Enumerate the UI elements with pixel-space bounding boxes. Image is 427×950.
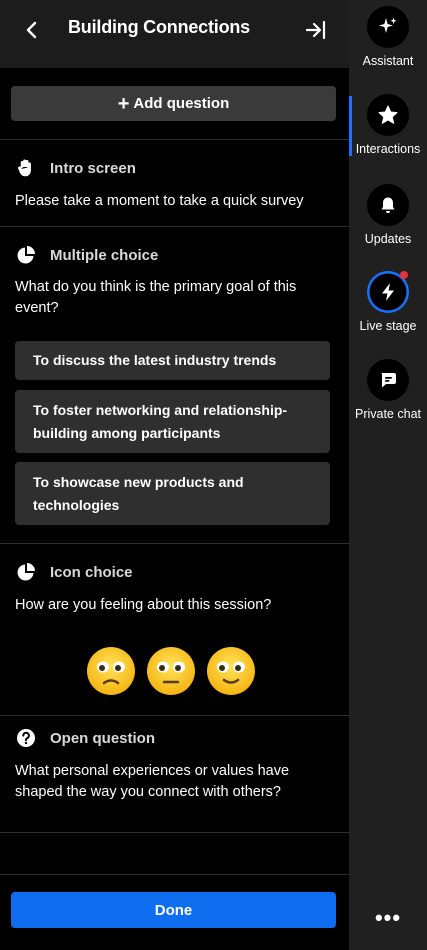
divider xyxy=(0,832,349,833)
question-intro-header[interactable]: Intro screen xyxy=(15,157,136,179)
chat-icon xyxy=(367,359,409,401)
divider xyxy=(0,226,349,227)
question-multiple-choice-header[interactable]: Multiple choice xyxy=(15,244,158,266)
sidebar-item-live-stage[interactable]: Live stage xyxy=(349,271,427,333)
panel-header: Building Connections xyxy=(0,0,349,68)
question-text: What personal experiences or values have… xyxy=(15,763,290,800)
question-icon xyxy=(15,727,37,749)
bell-icon xyxy=(367,184,409,226)
question-text: What do you think is the primary goal of… xyxy=(15,279,297,316)
question-text: Please take a moment to take a quick sur… xyxy=(15,193,304,209)
add-question-button[interactable]: + Add question xyxy=(11,86,336,121)
plus-icon: + xyxy=(117,92,130,115)
sidebar-item-label: Interactions xyxy=(355,142,421,156)
done-button[interactable]: Done xyxy=(11,892,336,928)
notification-dot xyxy=(400,271,408,279)
divider xyxy=(0,715,349,716)
add-question-label: Add question xyxy=(133,95,230,112)
lightning-icon xyxy=(367,271,409,313)
sidebar-item-interactions[interactable]: Interactions xyxy=(349,94,427,156)
question-type-label: Icon choice xyxy=(50,563,133,581)
answer-option[interactable]: To foster networking and relationship-bu… xyxy=(15,390,330,453)
question-text: How are you feeling about this session? xyxy=(15,597,272,613)
exit-panel-icon[interactable] xyxy=(302,17,328,43)
page-title: Building Connections xyxy=(68,17,250,37)
divider xyxy=(0,139,349,140)
happy-face-icon[interactable] xyxy=(205,645,257,697)
sidebar-item-label: Live stage xyxy=(359,319,417,333)
unhappy-face-icon[interactable] xyxy=(85,645,137,697)
emoji-choices xyxy=(85,645,265,697)
sparkle-icon xyxy=(367,6,409,48)
more-options-icon[interactable]: ••• xyxy=(349,905,427,931)
wave-icon xyxy=(15,157,37,179)
pie-chart-icon xyxy=(15,244,37,266)
back-arrow-icon[interactable] xyxy=(20,18,44,42)
sidebar-item-label: Assistant xyxy=(362,54,414,68)
sidebar-item-label: Updates xyxy=(364,232,412,246)
question-type-label: Open question xyxy=(50,729,155,747)
sidebar-item-label: Private chat xyxy=(354,407,421,421)
star-icon xyxy=(367,94,409,136)
answer-option[interactable]: To showcase new products and technologie… xyxy=(15,462,330,525)
question-type-label: Multiple choice xyxy=(50,246,159,264)
sidebar-item-updates[interactable]: Updates xyxy=(349,184,427,246)
question-open-header[interactable]: Open question xyxy=(15,727,155,749)
pie-chart-icon xyxy=(15,561,37,583)
sidebar-item-private-chat[interactable]: Private chat xyxy=(349,359,427,421)
question-icon-choice-header[interactable]: Icon choice xyxy=(15,561,133,583)
divider xyxy=(0,874,349,875)
neutral-face-icon[interactable] xyxy=(145,645,197,697)
sidebar-item-assistant[interactable]: Assistant xyxy=(349,6,427,68)
divider xyxy=(0,543,349,544)
answer-option[interactable]: To discuss the latest industry trends xyxy=(15,341,330,380)
question-type-label: Intro screen xyxy=(50,159,136,177)
interactions-panel: Building Connections + Add question Intr… xyxy=(0,0,349,950)
